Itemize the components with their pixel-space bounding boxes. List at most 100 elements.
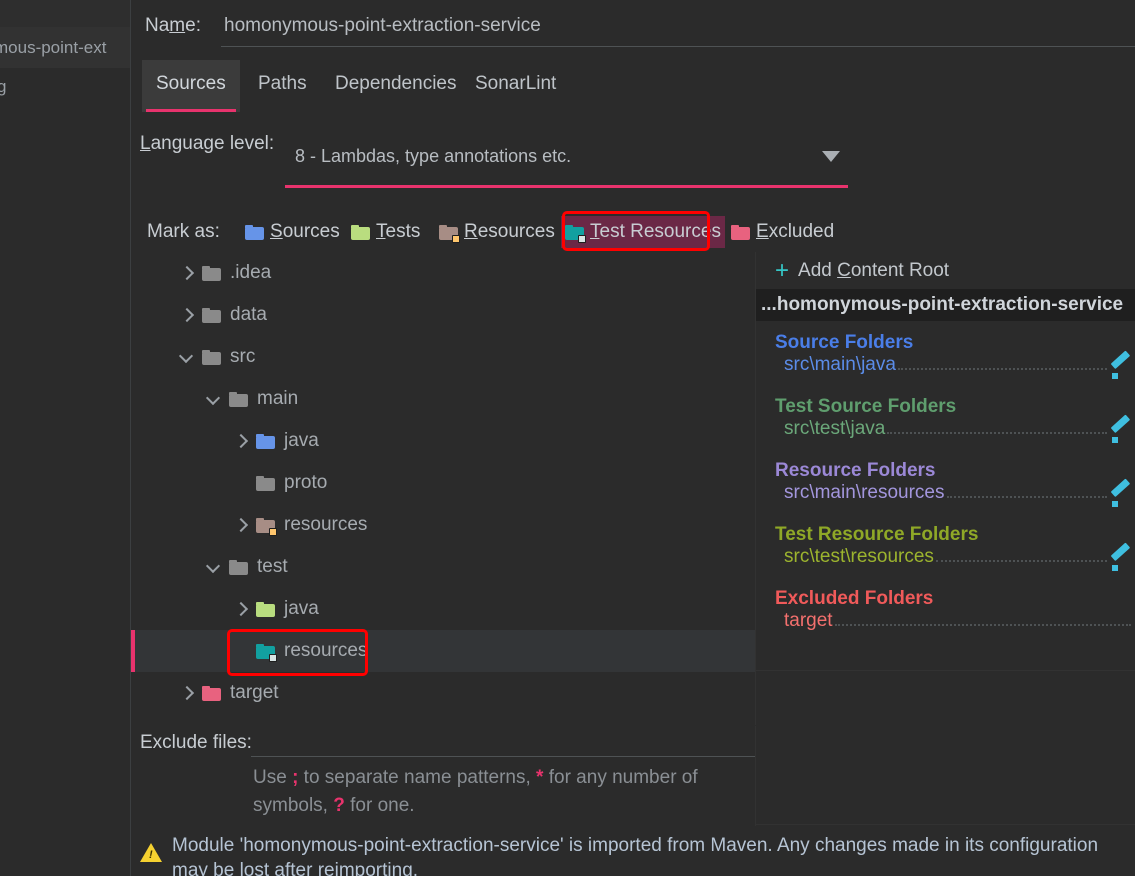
tab-sources[interactable]: Sources bbox=[142, 60, 240, 112]
chevron-down-icon[interactable] bbox=[207, 561, 220, 574]
tree-node-proto[interactable]: proto bbox=[131, 462, 755, 504]
folder-brown-badge-icon bbox=[256, 517, 277, 536]
tree-node-label: main bbox=[257, 388, 299, 409]
exclude-files-input[interactable]: Use ; to separate name patterns, * for a… bbox=[251, 756, 755, 818]
chevron-right-icon[interactable] bbox=[180, 309, 193, 322]
content-root-title[interactable]: ...homonymous-point-extraction-service bbox=[756, 289, 1135, 321]
tab-paths[interactable]: Paths bbox=[244, 60, 321, 112]
pencil-icon[interactable] bbox=[1111, 488, 1133, 508]
folder-path-row[interactable]: src\test\resources bbox=[756, 546, 1135, 577]
tree-node-label: data bbox=[230, 304, 267, 325]
tab-bar: Sources Paths Dependencies SonarLint bbox=[131, 60, 1135, 112]
pencil-icon[interactable] bbox=[1111, 360, 1133, 380]
tree-node-target[interactable]: target bbox=[131, 672, 755, 714]
folder-gray-icon bbox=[202, 349, 221, 365]
folder-teal-badge-icon bbox=[256, 643, 277, 662]
dialog-body: Name: homonymous-point-extraction-servic… bbox=[131, 0, 1135, 876]
tree-node-data[interactable]: data bbox=[131, 294, 755, 336]
mark-as-resources-button[interactable]: Resources bbox=[435, 216, 559, 248]
content-roots-panel: + Add Content Root ...homonymous-point-e… bbox=[756, 252, 1135, 725]
mark-as-sources-label: Sources bbox=[270, 221, 340, 242]
folder-gray-icon bbox=[202, 265, 221, 281]
background-row-top bbox=[0, 0, 131, 27]
folder-path: src\test\resources bbox=[784, 546, 934, 567]
chevron-right-icon[interactable] bbox=[234, 603, 247, 616]
folder-path-row[interactable]: target bbox=[756, 610, 1135, 641]
folder-group: Source Folders src\main\java bbox=[756, 332, 1135, 385]
chevron-down-icon bbox=[822, 151, 840, 162]
chevron-right-icon[interactable] bbox=[234, 519, 247, 532]
folder-path-row[interactable]: src\main\resources bbox=[756, 482, 1135, 513]
tree-node-label: proto bbox=[284, 472, 328, 493]
dotted-leader bbox=[935, 560, 1107, 562]
chevron-down-icon[interactable] bbox=[207, 393, 220, 406]
tree-node-java[interactable]: java bbox=[131, 588, 755, 630]
content-root-tree[interactable]: .idea data src main java proto resources test ja… bbox=[131, 252, 755, 725]
folder-group: Resource Folders src\main\resources bbox=[756, 460, 1135, 513]
folder-groups: Source Folders src\main\java Test Source F… bbox=[756, 332, 1135, 641]
warning-triangle-icon: ! bbox=[140, 843, 162, 865]
mark-as-sources-button[interactable]: Sources bbox=[241, 216, 344, 248]
tree-node-test[interactable]: test bbox=[131, 546, 755, 588]
exclude-right-fill bbox=[756, 726, 1135, 826]
tree-node-label: resources bbox=[284, 514, 368, 535]
folder-path-row[interactable]: src\main\java bbox=[756, 354, 1135, 385]
folder-group-heading: Test Source Folders bbox=[775, 396, 957, 417]
chevron-right-icon[interactable] bbox=[180, 267, 193, 280]
add-content-root-label: Add Content Root bbox=[798, 259, 950, 281]
chevron-right-icon[interactable] bbox=[180, 687, 193, 700]
background-window-strip: mous-point-ext g bbox=[0, 0, 131, 876]
language-level-combo[interactable]: 8 - Lambdas, type annotations etc. bbox=[285, 135, 848, 185]
folder-group-heading: Test Resource Folders bbox=[775, 524, 979, 545]
folder-gray-icon bbox=[256, 475, 275, 491]
mark-as-excluded-button[interactable]: Excluded bbox=[727, 216, 838, 248]
folder-path-row[interactable]: src\test\java bbox=[756, 418, 1135, 449]
add-content-root-button[interactable]: + Add Content Root bbox=[756, 252, 1135, 289]
tree-node-idea[interactable]: .idea bbox=[131, 252, 755, 294]
folder-green-icon bbox=[256, 601, 275, 617]
mark-as-excluded-label: Excluded bbox=[756, 221, 835, 242]
folder-gray-icon bbox=[229, 559, 248, 575]
exclude-vertical-divider bbox=[755, 726, 756, 826]
mark-as-test-resources-label: Test Resources bbox=[590, 221, 721, 242]
tree-node-resources[interactable]: resources bbox=[131, 630, 755, 672]
tree-node-main[interactable]: main bbox=[131, 378, 755, 420]
pencil-icon[interactable] bbox=[1111, 424, 1133, 444]
tree-node-java[interactable]: java bbox=[131, 420, 755, 462]
mark-as-tests-button[interactable]: Tests bbox=[347, 216, 424, 248]
folder-group: Test Source Folders src\test\java bbox=[756, 396, 1135, 449]
name-label: Name: bbox=[145, 15, 201, 36]
tab-sonarlint[interactable]: SonarLint bbox=[461, 60, 570, 112]
tree-node-src[interactable]: src bbox=[131, 336, 755, 378]
mark-as-test-resources-button[interactable]: Test Resources bbox=[561, 216, 725, 248]
tree-node-label: test bbox=[257, 556, 288, 577]
background-row-bottom[interactable]: g bbox=[0, 68, 131, 110]
folder-gray-icon bbox=[229, 391, 248, 407]
chevron-down-icon[interactable] bbox=[180, 351, 193, 364]
name-input[interactable]: homonymous-point-extraction-service bbox=[224, 15, 541, 37]
tree-node-label: target bbox=[230, 682, 279, 703]
dotted-leader bbox=[834, 624, 1131, 626]
mark-as-row: Mark as: Sources Tests Resources Test Re… bbox=[131, 216, 1135, 249]
background-row-text: mous-point-ext bbox=[0, 38, 107, 57]
tab-dependencies[interactable]: Dependencies bbox=[321, 60, 470, 112]
background-row-text-2: g bbox=[0, 77, 7, 96]
tree-node-label: java bbox=[284, 598, 319, 619]
folder-group-heading: Resource Folders bbox=[775, 460, 936, 481]
chevron-right-icon[interactable] bbox=[234, 435, 247, 448]
folder-brown-badge-icon bbox=[439, 224, 460, 243]
exclude-files-hint: Use ; to separate name patterns, * for a… bbox=[253, 767, 698, 816]
background-selected-row[interactable]: mous-point-ext bbox=[0, 27, 131, 68]
tree-node-resources[interactable]: resources bbox=[131, 504, 755, 546]
tree-node-label: src bbox=[230, 346, 256, 367]
maven-warning-text: Module 'homonymous-point-extraction-serv… bbox=[172, 835, 1099, 876]
tree-node-label: java bbox=[284, 430, 319, 451]
right-panel-bottom-divider bbox=[756, 670, 1135, 671]
dotted-leader bbox=[946, 496, 1107, 498]
language-level-label: Language level: bbox=[140, 133, 275, 154]
exclude-horizontal-divider bbox=[755, 824, 1135, 825]
folder-path: src\main\resources bbox=[784, 482, 945, 503]
exclude-files-underline bbox=[251, 756, 755, 757]
pencil-icon[interactable] bbox=[1111, 552, 1133, 572]
